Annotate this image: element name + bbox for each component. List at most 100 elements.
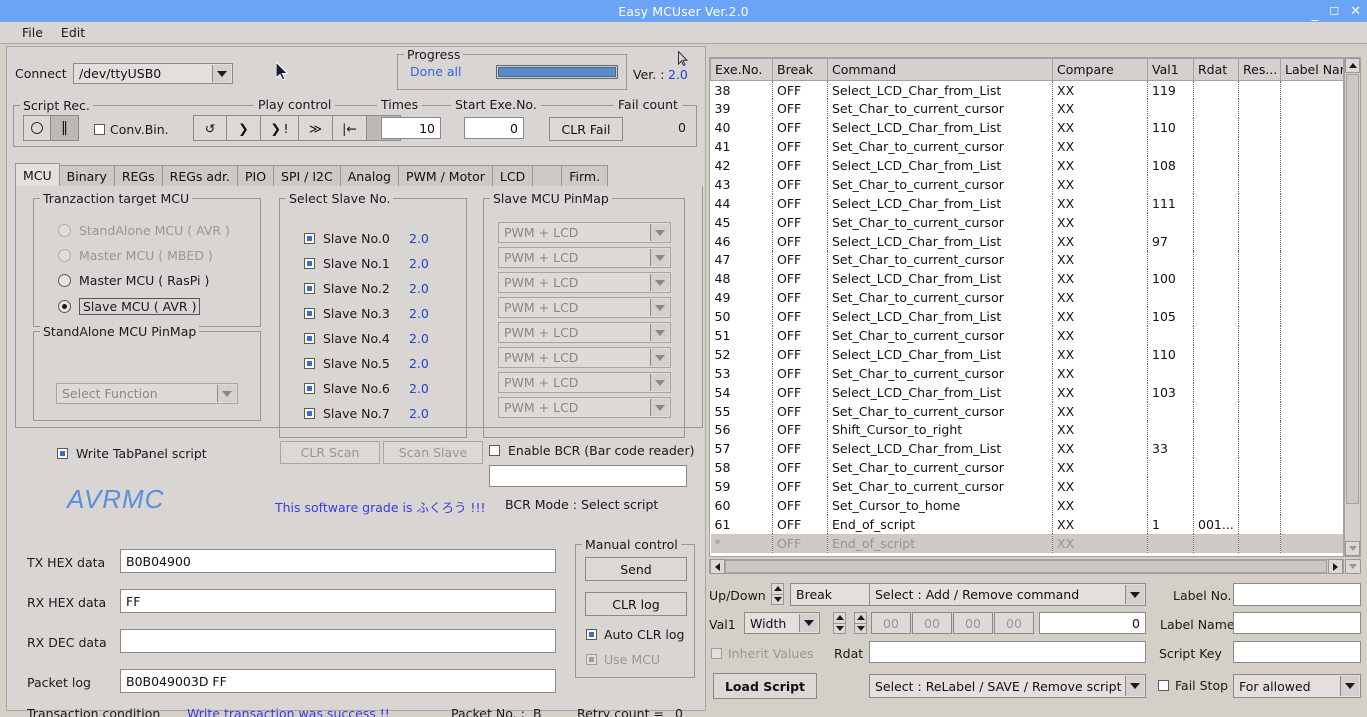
slave-checkbox[interactable]: [304, 383, 315, 394]
tab-analog[interactable]: Analog: [339, 165, 399, 186]
table-row[interactable]: 44 OFF Select_LCD_Char_from_List XX 111: [710, 193, 1343, 213]
use-mcu-checkbox[interactable]: [586, 654, 597, 665]
standalone-function-select[interactable]: Select Function: [56, 383, 238, 404]
table-row[interactable]: 53 OFF Set_Char_to_current_cursor XX: [710, 363, 1343, 383]
script-action-select[interactable]: Select : ReLabel / SAVE / Remove script: [869, 674, 1146, 698]
scroll-left-button[interactable]: [710, 559, 725, 574]
value-field[interactable]: 0: [1039, 612, 1146, 634]
script-table[interactable]: Exe.No. Break Command Compare Val1 Rdat …: [710, 58, 1343, 553]
rx-dec-input[interactable]: [120, 629, 556, 653]
slave-row-2[interactable]: Slave No.2 2.0: [304, 276, 464, 301]
slave-pinmap-select-0[interactable]: PWM + LCD: [498, 222, 671, 243]
width-select[interactable]: Width: [744, 612, 820, 634]
tab-regs-adr[interactable]: REGs adr.: [161, 165, 238, 186]
col-label-name[interactable]: Label Name: [1280, 58, 1343, 81]
table-row[interactable]: 55 OFF Set_Char_to_current_cursor XX: [710, 401, 1343, 421]
connect-port-select[interactable]: /dev/ttyUSB0: [73, 63, 233, 84]
tab-binary[interactable]: Binary: [58, 165, 115, 186]
inherit-values-row[interactable]: Inherit Values: [711, 646, 814, 661]
byte-field-0[interactable]: 00: [871, 612, 911, 634]
byte-field-3[interactable]: 00: [994, 612, 1034, 634]
auto-clr-log-row[interactable]: Auto CLR log: [586, 627, 684, 642]
enable-bcr-checkbox[interactable]: [489, 445, 500, 456]
slave-pinmap-select-4[interactable]: PWM + LCD: [498, 322, 671, 343]
tab-pwm-motor[interactable]: PWM / Motor: [397, 165, 493, 186]
write-tabpanel-checkbox[interactable]: [57, 448, 68, 459]
slave-pinmap-select-6[interactable]: PWM + LCD: [498, 372, 671, 393]
val1-spinner-b[interactable]: [854, 612, 867, 634]
command-select[interactable]: Select : Add / Remove command: [869, 583, 1146, 606]
table-row[interactable]: 58 OFF Set_Char_to_current_cursor XX: [710, 458, 1343, 478]
tab-mcu[interactable]: MCU: [15, 163, 60, 186]
table-row[interactable]: 39 OFF Set_Char_to_current_cursor XX: [710, 99, 1343, 119]
clr-log-button[interactable]: CLR log: [585, 592, 687, 616]
send-button[interactable]: Send: [585, 557, 687, 581]
table-row[interactable]: 54 OFF Select_LCD_Char_from_List XX 103: [710, 382, 1343, 402]
label-name-input[interactable]: [1233, 612, 1361, 634]
script-key-input[interactable]: [1233, 641, 1361, 663]
table-row[interactable]: 38 OFF Select_LCD_Char_from_List XX 119: [710, 80, 1343, 100]
rec-pause-button[interactable]: ‖: [51, 115, 79, 141]
slave-pinmap-select-7[interactable]: PWM + LCD: [498, 397, 671, 418]
tab-regs[interactable]: REGs: [113, 165, 163, 186]
step-break-button[interactable]: ❯ !: [261, 115, 299, 141]
run-button[interactable]: ≫: [299, 115, 333, 141]
enable-bcr-row[interactable]: Enable BCR (Bar code reader): [489, 443, 695, 458]
hscroll-thumb[interactable]: [725, 560, 1327, 573]
table-horizontal-scrollbar[interactable]: [709, 559, 1344, 574]
load-script-button[interactable]: Load Script: [713, 673, 817, 699]
scroll-right-button[interactable]: [1328, 559, 1343, 574]
packet-log-input[interactable]: B0B049003D FF: [120, 669, 556, 693]
start-exe-input[interactable]: 0: [464, 117, 524, 139]
slave-checkbox[interactable]: [304, 358, 315, 369]
maximize-icon[interactable]: ☐: [1329, 6, 1339, 17]
table-row[interactable]: 40 OFF Select_LCD_Char_from_List XX 110: [710, 118, 1343, 138]
scan-slave-button[interactable]: Scan Slave: [383, 441, 483, 464]
slave-row-6[interactable]: Slave No.6 2.0: [304, 376, 464, 401]
loop-button[interactable]: ↺: [193, 115, 227, 141]
table-row[interactable]: 48 OFF Select_LCD_Char_from_List XX 100: [710, 269, 1343, 289]
slave-pinmap-select-2[interactable]: PWM + LCD: [498, 272, 671, 293]
slave-row-1[interactable]: Slave No.1 2.0: [304, 251, 464, 276]
table-row[interactable]: 61 OFF End_of_script XX 1 001...: [710, 514, 1343, 534]
record-button[interactable]: [23, 115, 51, 141]
val1-spinner-a[interactable]: [833, 612, 846, 634]
byte-field-2[interactable]: 00: [953, 612, 993, 634]
slave-row-3[interactable]: Slave No.3 2.0: [304, 301, 464, 326]
table-row[interactable]: 42 OFF Select_LCD_Char_from_List XX 108: [710, 156, 1343, 175]
scroll-corner-button[interactable]: [1345, 559, 1361, 574]
radio-master-raspi[interactable]: Master MCU ( RasPi ): [58, 273, 209, 288]
table-row[interactable]: 46 OFF Select_LCD_Char_from_List XX 97: [710, 231, 1343, 251]
table-new-row[interactable]: * OFF End_of_script XX: [710, 533, 1343, 553]
tab-spi-i2c[interactable]: SPI / I2C: [273, 165, 341, 186]
step-button[interactable]: ❯: [227, 115, 261, 141]
col-break[interactable]: Break: [772, 58, 828, 81]
menu-item-edit[interactable]: Edit: [61, 25, 85, 40]
tab-pio[interactable]: PIO: [236, 165, 275, 186]
times-input[interactable]: 10: [381, 117, 441, 139]
col-exe-no[interactable]: Exe.No.: [710, 58, 773, 81]
slave-pinmap-select-5[interactable]: PWM + LCD: [498, 347, 671, 368]
spinner-up[interactable]: [854, 612, 867, 623]
spinner-down[interactable]: [854, 622, 867, 634]
clr-fail-button[interactable]: CLR Fail: [549, 117, 623, 141]
table-row[interactable]: 59 OFF Set_Char_to_current_cursor XX: [710, 477, 1343, 497]
close-icon[interactable]: ✕: [1350, 5, 1361, 18]
slave-row-5[interactable]: Slave No.5 2.0: [304, 351, 464, 376]
auto-clr-log-checkbox[interactable]: [586, 629, 597, 640]
slave-row-0[interactable]: Slave No.0 2.0: [304, 226, 464, 251]
radio-standalone-avr[interactable]: StandAlone MCU ( AVR ): [58, 223, 230, 238]
slave-checkbox[interactable]: [304, 333, 315, 344]
slave-checkbox[interactable]: [304, 283, 315, 294]
inherit-values-checkbox[interactable]: [711, 648, 722, 659]
table-row[interactable]: 43 OFF Set_Char_to_current_cursor XX: [710, 174, 1343, 194]
slave-pinmap-select-3[interactable]: PWM + LCD: [498, 297, 671, 318]
write-tabpanel-row[interactable]: Write TabPanel script: [57, 446, 207, 461]
rewind-button[interactable]: |←: [333, 115, 367, 141]
slave-checkbox[interactable]: [304, 408, 315, 419]
table-row[interactable]: 47 OFF Set_Char_to_current_cursor XX: [710, 250, 1343, 270]
table-vertical-scrollbar[interactable]: [1344, 57, 1361, 557]
fail-stop-checkbox[interactable]: [1158, 680, 1169, 691]
use-mcu-row[interactable]: Use MCU: [586, 652, 660, 667]
clr-scan-button[interactable]: CLR Scan: [280, 441, 380, 464]
